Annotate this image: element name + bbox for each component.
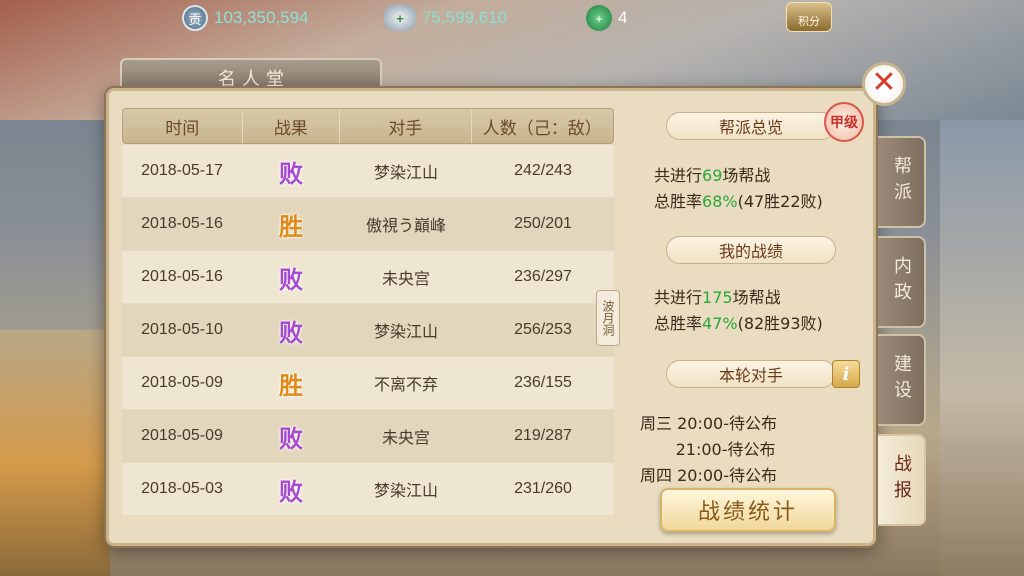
header-opponent: 对手 (340, 109, 472, 143)
close-button[interactable]: ✕ (862, 62, 906, 106)
row-opponent: 不离不弃 (373, 375, 438, 394)
header-time: 时间 (123, 109, 243, 143)
row-opponent: 傲視う巔峰 (365, 216, 446, 235)
label: 总胜率 (654, 314, 703, 333)
table-row[interactable]: 2018-05-16 胜 傲視う巔峰 250/201 (122, 198, 614, 250)
guild-win-rate: 总胜率68%(47胜22败) (654, 188, 823, 212)
label: 总胜率 (654, 192, 703, 211)
tab-label: 建设 (891, 354, 912, 406)
silver-coin-icon: 贡 (182, 5, 208, 31)
label: 共进行 (654, 166, 703, 185)
row-count: 256/253 (514, 321, 572, 338)
row-opponent: 未央宫 (381, 269, 430, 288)
schedule-line: 周三 20:00-待公布 (640, 414, 777, 433)
table-row[interactable]: 2018-05-16 败 未央宫 236/297 (122, 251, 614, 303)
result-badge: 败 (279, 159, 303, 188)
label: (47胜22败) (737, 192, 823, 211)
result-badge: 胜 (279, 212, 303, 241)
row-date: 2018-05-10 (141, 321, 223, 338)
value: 69 (702, 166, 723, 185)
my-win-rate: 总胜率47%(82胜93败) (654, 310, 823, 334)
collapse-handle[interactable]: 波月洞 (596, 290, 620, 346)
jade-resource[interactable]: + 4 (586, 4, 627, 32)
guild-overview-title-text: 帮派总览 (718, 118, 783, 137)
battle-stats-button[interactable]: 战绩统计 (660, 488, 836, 532)
tab-guild[interactable]: 帮派 (878, 136, 926, 228)
result-badge: 胜 (279, 371, 303, 400)
row-count: 242/243 (514, 162, 572, 179)
table-row[interactable]: 2018-05-09 败 未央宫 219/287 (122, 410, 614, 462)
row-date: 2018-05-16 (141, 215, 223, 232)
my-record-title: 我的战绩 (666, 236, 836, 264)
row-count: 231/260 (514, 480, 572, 497)
my-record-title-text: 我的战绩 (718, 242, 783, 261)
result-badge: 败 (279, 318, 303, 347)
row-date: 2018-05-17 (141, 162, 223, 179)
ingots-resource[interactable]: + 75,599,610 (384, 4, 507, 32)
background-building-left (0, 330, 110, 576)
points-label: 积分 (798, 15, 820, 28)
background-building-right (940, 120, 1024, 576)
row-date: 2018-05-09 (141, 427, 223, 444)
row-opponent: 梦染江山 (373, 163, 438, 182)
header-count: 人数（己：敌） (482, 118, 602, 139)
row-count: 236/297 (514, 268, 572, 285)
tab-battle-report[interactable]: 战报 (878, 434, 926, 526)
label: 共进行 (654, 288, 703, 307)
row-date: 2018-05-09 (141, 374, 223, 391)
value: 68% (702, 192, 738, 211)
result-badge: 败 (279, 477, 303, 506)
table-row[interactable]: 2018-05-09 胜 不离不弃 236/155 (122, 357, 614, 409)
row-date: 2018-05-03 (141, 480, 223, 497)
tab-label: 帮派 (891, 156, 912, 208)
table-row[interactable]: 2018-05-10 败 梦染江山 256/253 (122, 304, 614, 356)
coins-value: 103,350,594 (214, 8, 309, 27)
row-count: 219/287 (514, 427, 572, 444)
info-button[interactable]: i (832, 360, 860, 388)
tab-internal-affairs[interactable]: 内政 (878, 236, 926, 328)
value: 175 (702, 288, 733, 307)
value: 47% (702, 314, 738, 333)
row-count: 250/201 (514, 215, 572, 232)
opponents-title: 本轮对手 (666, 360, 836, 388)
opponents-title-text: 本轮对手 (718, 366, 783, 385)
table-row[interactable]: 2018-05-03 败 梦染江山 231/260 (122, 463, 614, 515)
battle-history-table[interactable]: 时间 战果 对手 人数（己：敌） 2018-05-17 败 梦染江山 242/2… (122, 108, 614, 528)
guild-grade-text: 甲级 (830, 115, 858, 131)
result-badge: 败 (279, 424, 303, 453)
row-opponent: 梦染江山 (373, 322, 438, 341)
points-button[interactable]: 积分 (786, 2, 832, 32)
result-badge: 败 (279, 265, 303, 294)
battle-stats-label: 战绩统计 (697, 500, 798, 525)
tab-label: 战报 (891, 454, 912, 506)
my-total-battles: 共进行175场帮战 (654, 284, 781, 308)
jade-add-icon[interactable]: + (586, 5, 612, 31)
header-result: 战果 (243, 109, 341, 143)
label: 场帮战 (732, 288, 781, 307)
close-icon[interactable]: ✕ (871, 65, 896, 100)
jade-value: 4 (618, 8, 628, 27)
silver-ingot-add-icon[interactable]: + (384, 5, 416, 31)
row-opponent: 梦染江山 (373, 481, 438, 500)
schedule-line: 21:00-待公布 (640, 440, 776, 459)
guild-total-battles: 共进行69场帮战 (654, 162, 770, 186)
table-header: 时间 战果 对手 人数（己：敌） (122, 108, 614, 144)
row-opponent: 未央宫 (381, 428, 430, 447)
resource-bar: 贡 103,350,594 + 75,599,610 + 4 积分 (0, 0, 1024, 36)
guild-grade-badge: 甲级 (824, 102, 864, 142)
tab-label: 内政 (891, 256, 912, 308)
row-date: 2018-05-16 (141, 268, 223, 285)
label: 场帮战 (722, 166, 771, 185)
ingots-value: 75,599,610 (422, 8, 508, 27)
schedule-line: 周四 20:00-待公布 (640, 466, 777, 485)
label: (82胜93败) (737, 314, 823, 333)
guild-info-column: 帮派总览 甲级 共进行69场帮战 总胜率68%(47胜22败) 我的战绩 共进行… (622, 102, 870, 538)
guild-overview-title: 帮派总览 (666, 112, 836, 140)
tab-construction[interactable]: 建设 (878, 334, 926, 426)
divider-label: 波月洞 (601, 300, 615, 336)
info-icon[interactable]: i (843, 364, 850, 385)
table-row[interactable]: 2018-05-17 败 梦染江山 242/243 (122, 145, 614, 197)
coins-resource: 贡 103,350,594 (182, 4, 309, 32)
row-count: 236/155 (514, 374, 572, 391)
